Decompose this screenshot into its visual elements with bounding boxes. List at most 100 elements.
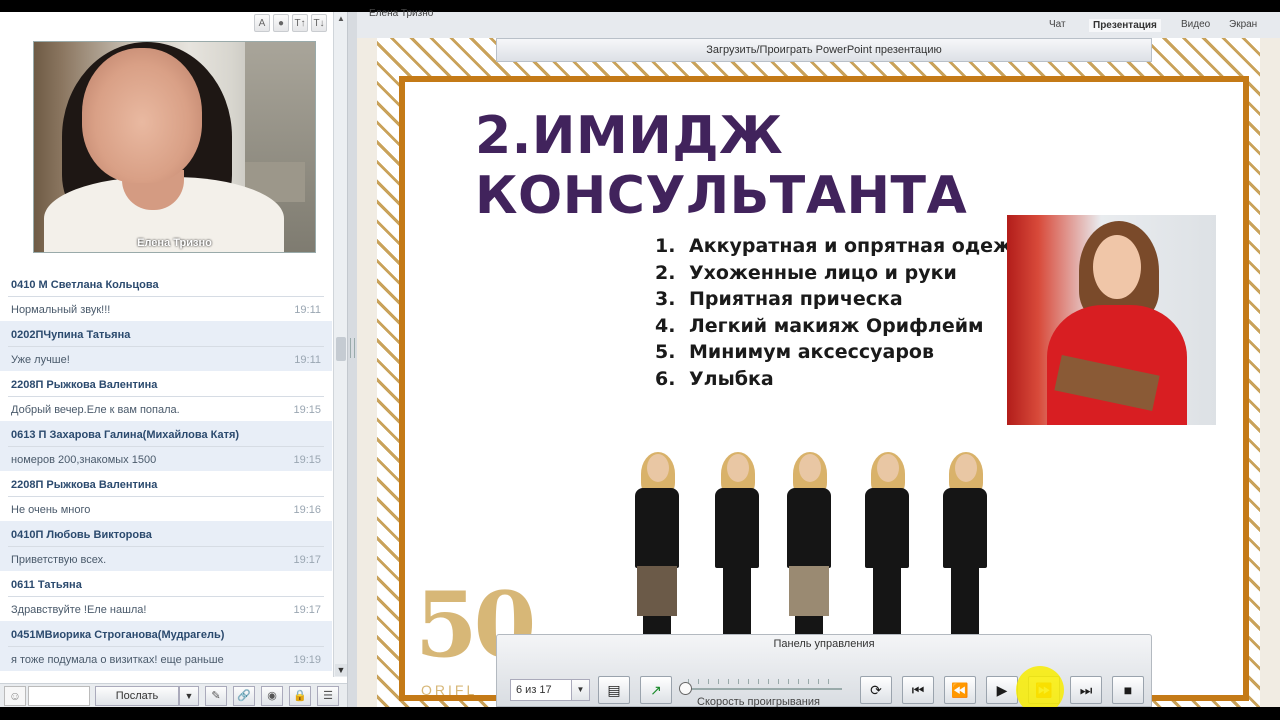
slide-list-item: 6. Улыбка <box>655 368 1040 395</box>
chat-time: 19:17 <box>293 554 321 566</box>
chat-author: 0410П Любовь Викторова <box>11 529 152 541</box>
chat-text: Не очень много <box>11 504 91 516</box>
chat-divider <box>8 396 324 397</box>
slide-list-text: Легкий макияж Орифлейм <box>689 314 984 337</box>
chat-text: Уже лучше! <box>11 354 70 366</box>
slide-list-text: Минимум аксессуаров <box>689 341 934 363</box>
lock-icon[interactable]: 🔒 <box>289 686 311 706</box>
speed-slider[interactable] <box>679 679 842 697</box>
consultant-photo <box>1007 215 1216 425</box>
control-panel-title: Панель управления <box>773 638 875 650</box>
chat-scrollbar[interactable]: ▲ ▼ <box>333 12 347 677</box>
slide-list-item: 4. Легкий макияж Орифлейм <box>655 315 1040 342</box>
chat-text: Здравствуйте !Еле нашла! <box>11 604 147 616</box>
chat-author: 0410 М Светлана Кольцова <box>11 279 159 291</box>
slide: 2.ИМИДЖ КОНСУЛЬТАНТА 1. Аккуратная и опря… <box>377 38 1260 707</box>
chat-author: 2208П Рыжкова Валентина <box>11 379 158 391</box>
slide-list-item: 3. Приятная прическа <box>655 288 1040 315</box>
slide-content: 2.ИМИДЖ КОНСУЛЬТАНТА 1. Аккуратная и опря… <box>405 82 1243 698</box>
slide-list-number: 1. <box>655 235 676 257</box>
chat-time: 19:19 <box>293 654 321 666</box>
chat-author: 0613 П Захарова Галина(Михайлова Катя) <box>11 429 240 441</box>
chat-author: 0611 Татьяна <box>11 579 82 591</box>
presentation-area: 2.ИМИДЖ КОНСУЛЬТАНТА 1. Аккуратная и опря… <box>357 38 1280 707</box>
refresh-icon[interactable]: ⟳ <box>860 676 892 704</box>
tab-presentation[interactable]: Презентация <box>1089 19 1161 32</box>
load-powerpoint-button[interactable]: Загрузить/Проиграть PowerPoint презентац… <box>496 38 1152 62</box>
chat-divider <box>8 346 324 347</box>
chat-author: 0202ПЧупина Татьяна <box>11 329 131 341</box>
chat-message: 0202ПЧупина Татьяна Уже лучше! 19:11 <box>0 321 332 371</box>
chat-text: я тоже подумала о визитках! еще раньше <box>11 654 224 666</box>
list-icon[interactable]: ☰ <box>317 686 339 706</box>
chat-divider <box>8 546 324 547</box>
chat-time: 19:15 <box>293 454 321 466</box>
font-a-button[interactable]: A <box>254 14 270 32</box>
chat-message: 2208П Рыжкова Валентина Добрый вечер.Еле … <box>0 371 332 421</box>
app-window: A ● T↑ T↓ Елена Тризно 0410 М Светлана К… <box>0 0 1280 720</box>
speed-slider-knob[interactable] <box>679 682 692 695</box>
send-button[interactable]: Послать <box>95 686 179 706</box>
chat-time: 19:16 <box>293 504 321 516</box>
smiley-icon[interactable]: ☺ <box>4 686 26 706</box>
send-options-dropdown[interactable]: ▼ <box>179 686 199 706</box>
scroll-down-icon[interactable]: ▼ <box>335 664 347 676</box>
presenter-name: Елена Тризно <box>369 8 434 19</box>
slide-list-item: 1. Аккуратная и опрятная одежда <box>655 235 1040 262</box>
notes-icon[interactable]: ▤ <box>598 676 630 704</box>
eye-icon[interactable]: ◉ <box>261 686 283 706</box>
slide-list-number: 2. <box>655 261 676 284</box>
slide-list: 1. Аккуратная и опрятная одежда 2. Ухоженны… <box>655 235 1040 394</box>
slide-title: 2.ИМИДЖ КОНСУЛЬТАНТА <box>475 106 968 226</box>
slide-list-text: Ухоженные лицо и руки <box>689 261 957 284</box>
link-icon[interactable]: 🔗 <box>233 686 255 706</box>
tab-video[interactable]: Видео <box>1181 19 1210 30</box>
play-icon[interactable]: ▶ <box>986 676 1018 704</box>
chat-message: 0410П Любовь Викторова Приветствую всех. 1… <box>0 521 332 571</box>
chat-text: Приветствую всех. <box>11 554 107 566</box>
stop-icon[interactable]: ■ <box>1112 676 1144 704</box>
panel-splitter[interactable] <box>347 12 357 707</box>
photo-face <box>1093 235 1141 299</box>
slide-list-text: Приятная прическа <box>689 288 903 310</box>
webcam-video: Елена Тризно <box>33 41 316 253</box>
scroll-up-icon[interactable]: ▲ <box>336 14 346 24</box>
chat-author: 0451МВиорика Строганова(Мудрагель) <box>11 629 225 641</box>
chat-message: 0613 П Захарова Галина(Михайлова Катя) но… <box>0 421 332 471</box>
slide-list-number: 4. <box>655 314 676 337</box>
top-letterbox <box>0 0 1280 12</box>
chat-divider <box>8 596 324 597</box>
chat-divider <box>8 496 324 497</box>
chat-input[interactable] <box>28 686 90 706</box>
first-slide-icon[interactable]: ⏮ <box>902 676 934 704</box>
rewind-icon[interactable]: ⏪ <box>944 676 976 704</box>
scroll-thumb[interactable] <box>336 337 346 361</box>
chat-divider <box>8 646 324 647</box>
slide-list-text: Аккуратная и опрятная одежда <box>689 235 1041 257</box>
font-decrease-button[interactable]: T↓ <box>311 14 327 32</box>
slide-list-number: 3. <box>655 288 676 310</box>
chevron-down-icon[interactable]: ▼ <box>571 680 589 700</box>
chat-time: 19:17 <box>293 604 321 616</box>
pointer-icon[interactable]: ↗ <box>640 676 672 704</box>
video-caption: Елена Тризно <box>137 237 212 249</box>
slide-counter: 6 из 17 <box>516 684 552 696</box>
splitter-grip-icon[interactable] <box>350 338 355 358</box>
record-dot-button[interactable]: ● <box>273 14 289 32</box>
slide-list-item: 5. Минимум аксессуаров <box>655 341 1040 368</box>
chat-message-list: 0410 М Светлана Кольцова Нормальный звук!… <box>0 271 332 672</box>
tab-chat[interactable]: Чат <box>1049 19 1066 30</box>
speed-slider-ticks <box>688 679 836 684</box>
font-increase-button[interactable]: T↑ <box>292 14 308 32</box>
last-slide-icon[interactable]: ⏭ <box>1070 676 1102 704</box>
slide-list-number: 5. <box>655 341 676 363</box>
bottom-letterbox <box>0 707 1280 720</box>
eraser-icon[interactable]: ✎ <box>205 686 227 706</box>
slide-list-item: 2. Ухоженные лицо и руки <box>655 262 1040 289</box>
slide-list-number: 6. <box>655 367 676 390</box>
slide-number-select[interactable]: 6 из 17 ▼ <box>510 679 590 701</box>
chat-message: 0410 М Светлана Кольцова Нормальный звук!… <box>0 271 332 321</box>
chat-divider <box>8 296 324 297</box>
tab-screen[interactable]: Экран <box>1229 19 1257 30</box>
oriflame-logo-text: ORIFL <box>421 682 478 698</box>
